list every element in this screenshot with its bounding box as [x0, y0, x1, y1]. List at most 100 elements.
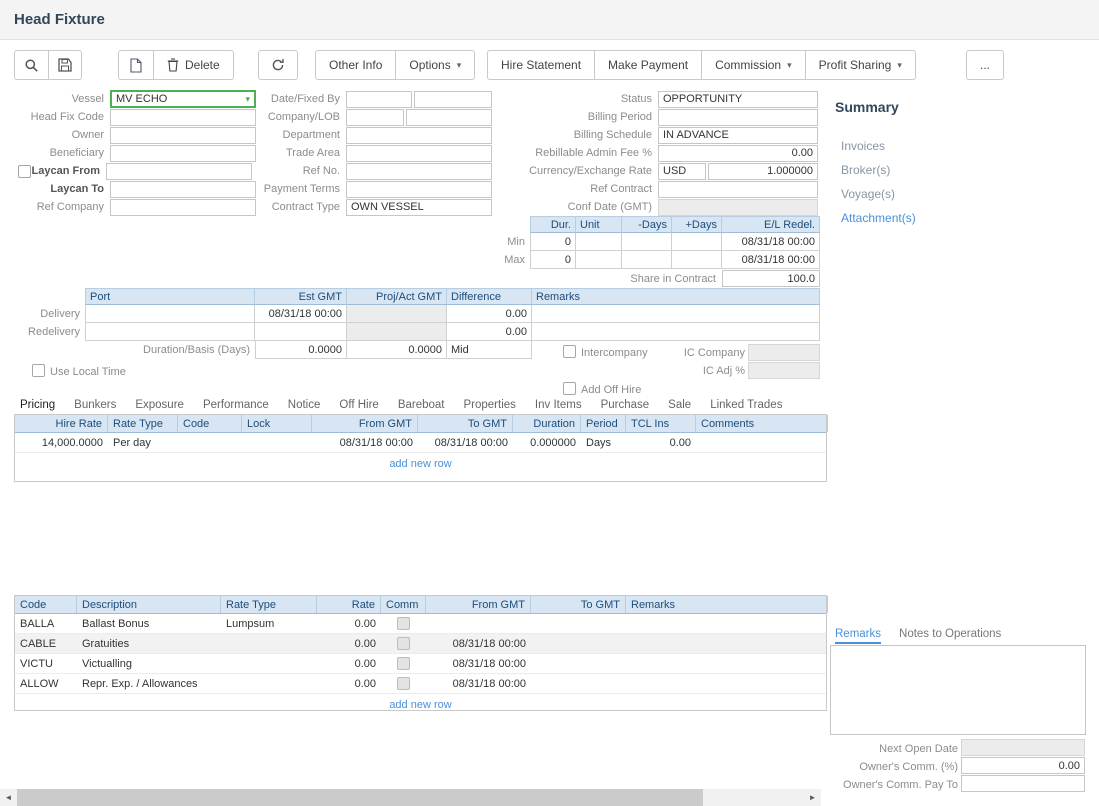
comm-checkbox[interactable]	[397, 677, 410, 690]
summary-link-invoices[interactable]: Invoices	[841, 139, 885, 153]
fees-code-cell[interactable]: VICTU	[15, 654, 77, 673]
intercompany-checkbox[interactable]	[563, 345, 576, 358]
options-button[interactable]: Options ▾	[395, 50, 475, 80]
other-info-button[interactable]: Other Info	[315, 50, 396, 80]
fees-rate-cell[interactable]: 0.00	[317, 614, 381, 633]
more-button[interactable]: ...	[966, 50, 1004, 80]
fees-remarks-cell[interactable]	[626, 614, 828, 633]
fees-rate-type-cell[interactable]	[221, 654, 317, 673]
fees-description-cell[interactable]: Gratuities	[77, 634, 221, 653]
max-plus-days-cell[interactable]	[672, 251, 722, 269]
horizontal-scrollbar[interactable]: ◄ ►	[0, 789, 821, 806]
fees-rate-cell[interactable]: 0.00	[317, 634, 381, 653]
lob-input[interactable]	[406, 109, 492, 126]
fees-code-cell[interactable]: CABLE	[15, 634, 77, 653]
summary-link-voyages[interactable]: Voyage(s)	[841, 187, 895, 201]
department-input[interactable]	[346, 127, 492, 144]
fees-rate-cell[interactable]: 0.00	[317, 654, 381, 673]
fees-to-gmt-cell[interactable]	[531, 614, 626, 633]
redelivery-est-gmt-cell[interactable]	[255, 323, 347, 341]
company-input[interactable]	[346, 109, 404, 126]
fixed-by-input[interactable]	[414, 91, 492, 108]
pricing-duration-cell[interactable]: 0.000000	[513, 433, 581, 452]
fees-rate-type-cell[interactable]: Lumpsum	[221, 614, 317, 633]
fees-rate-type-cell[interactable]	[221, 634, 317, 653]
billing-schedule-select[interactable]: IN ADVANCE	[658, 127, 818, 144]
redelivery-difference-cell[interactable]: 0.00	[447, 323, 532, 341]
head-fix-code-input[interactable]	[110, 109, 256, 126]
pricing-add-new-row-link[interactable]: add new row	[15, 453, 826, 475]
laycan-from-input[interactable]	[106, 163, 252, 180]
contract-type-select[interactable]: OWN VESSEL	[346, 199, 492, 216]
rebillable-admin-fee-input[interactable]	[658, 145, 818, 162]
fees-rate-type-cell[interactable]	[221, 674, 317, 693]
fees-rate-cell[interactable]: 0.00	[317, 674, 381, 693]
redelivery-port-cell[interactable]	[85, 323, 255, 341]
delivery-est-gmt-cell[interactable]: 08/31/18 00:00	[255, 305, 347, 323]
commission-button[interactable]: Commission ▾	[701, 50, 806, 80]
pricing-tcl-ins-cell[interactable]: 0.00	[626, 433, 696, 452]
fees-row-cable[interactable]: CABLE Gratuities 0.00 08/31/18 00:00	[15, 634, 826, 654]
fees-from-gmt-cell[interactable]: 08/31/18 00:00	[426, 674, 531, 693]
use-local-time-checkbox[interactable]	[32, 364, 45, 377]
fees-remarks-cell[interactable]	[626, 634, 828, 653]
profit-sharing-button[interactable]: Profit Sharing ▾	[805, 50, 916, 80]
fees-description-cell[interactable]: Victualling	[77, 654, 221, 673]
pricing-code-cell[interactable]	[178, 433, 242, 452]
fees-add-new-row-link[interactable]: add new row	[15, 694, 826, 716]
scrollbar-thumb[interactable]	[17, 789, 703, 806]
search-button[interactable]	[14, 50, 49, 80]
ref-company-input[interactable]	[110, 199, 256, 216]
summary-link-brokers[interactable]: Broker(s)	[841, 163, 890, 177]
pricing-to-gmt-cell[interactable]: 08/31/18 00:00	[418, 433, 513, 452]
remarks-textarea[interactable]	[830, 645, 1086, 735]
max-dur-cell[interactable]: 0	[530, 251, 576, 269]
comm-checkbox[interactable]	[397, 637, 410, 650]
scroll-right-icon[interactable]: ►	[804, 789, 821, 806]
owner-input[interactable]	[110, 127, 256, 144]
fees-from-gmt-cell[interactable]: 08/31/18 00:00	[426, 634, 531, 653]
ref-no-input[interactable]	[346, 163, 492, 180]
basis-mid-cell[interactable]: Mid	[447, 341, 532, 359]
min-plus-days-cell[interactable]	[672, 233, 722, 251]
comm-checkbox[interactable]	[397, 657, 410, 670]
trade-area-input[interactable]	[346, 145, 492, 162]
hire-statement-button[interactable]: Hire Statement	[487, 50, 595, 80]
fees-to-gmt-cell[interactable]	[531, 654, 626, 673]
tab-remarks[interactable]: Remarks	[835, 628, 881, 644]
delivery-port-cell[interactable]	[85, 305, 255, 323]
new-document-button[interactable]	[118, 50, 154, 80]
make-payment-button[interactable]: Make Payment	[594, 50, 702, 80]
pricing-row[interactable]: 14,000.0000 Per day 08/31/18 00:00 08/31…	[15, 433, 826, 453]
billing-period-input[interactable]	[658, 109, 818, 126]
exchange-rate-input[interactable]	[708, 163, 818, 180]
vessel-select[interactable]: MV ECHO ▾	[110, 90, 256, 108]
comm-checkbox[interactable]	[397, 617, 410, 630]
pricing-hire-rate-cell[interactable]: 14,000.0000	[15, 433, 108, 452]
fees-from-gmt-cell[interactable]: 08/31/18 00:00	[426, 654, 531, 673]
fees-to-gmt-cell[interactable]	[531, 674, 626, 693]
payment-terms-input[interactable]	[346, 181, 492, 198]
status-field[interactable]: OPPORTUNITY	[658, 91, 818, 108]
laycan-to-input[interactable]	[110, 181, 256, 198]
laycan-from-checkbox[interactable]	[18, 165, 31, 178]
max-minus-days-cell[interactable]	[622, 251, 672, 269]
share-in-contract-field[interactable]: 100.0	[722, 270, 820, 287]
scroll-left-icon[interactable]: ◄	[0, 789, 17, 806]
ref-contract-input[interactable]	[658, 181, 818, 198]
max-unit-cell[interactable]	[576, 251, 622, 269]
refresh-button[interactable]	[258, 50, 298, 80]
pricing-lock-cell[interactable]	[242, 433, 312, 452]
pricing-rate-type-cell[interactable]: Per day	[108, 433, 178, 452]
fees-to-gmt-cell[interactable]	[531, 634, 626, 653]
fees-description-cell[interactable]: Repr. Exp. / Allowances	[77, 674, 221, 693]
min-dur-cell[interactable]: 0	[530, 233, 576, 251]
min-el-redel-cell[interactable]: 08/31/18 00:00	[722, 233, 820, 251]
min-unit-cell[interactable]	[576, 233, 622, 251]
date-input[interactable]	[346, 91, 412, 108]
fees-code-cell[interactable]: ALLOW	[15, 674, 77, 693]
beneficiary-input[interactable]	[110, 145, 256, 162]
basis-cell[interactable]: 0.0000	[347, 341, 447, 359]
fees-remarks-cell[interactable]	[626, 654, 828, 673]
tab-notes-to-operations[interactable]: Notes to Operations	[899, 628, 1001, 644]
